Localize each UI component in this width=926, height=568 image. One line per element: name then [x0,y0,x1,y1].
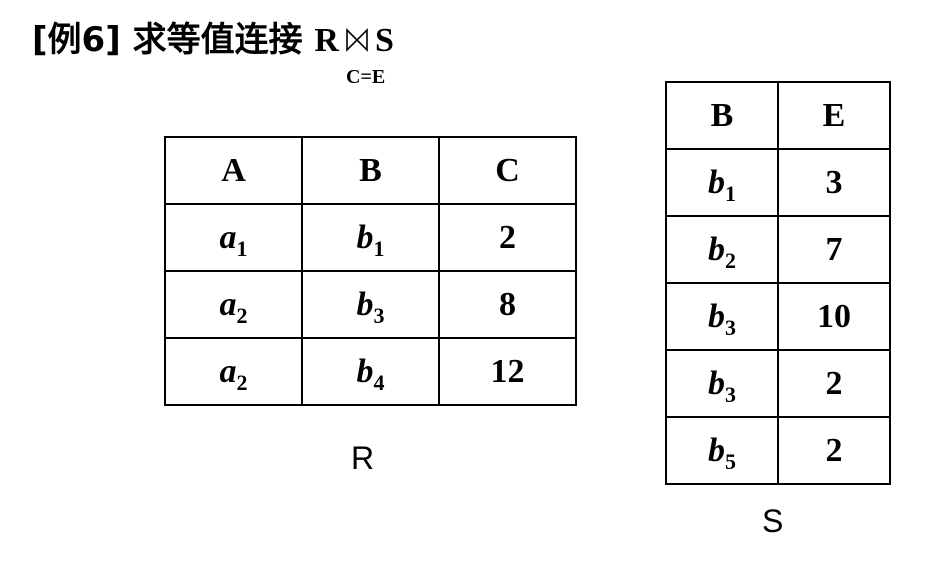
table-row: b3 10 [665,282,891,351]
table-header-row: BE [665,81,891,150]
variable-letter: b [708,230,725,268]
column-header: E [777,81,891,150]
variable-letter: a [219,285,237,323]
variable-subscript: 1 [725,180,736,206]
table-cell: b5 [665,416,779,485]
table-cell: b3 [665,349,779,418]
cell-value: 8 [499,285,516,323]
table-header-row: ABC [164,136,577,205]
cell-variable: b1 [356,218,385,260]
table-cell: 2 [777,416,891,485]
table-cell: 12 [438,337,577,406]
table-cell: 2 [438,203,577,272]
table-row: a1 b1 2 [164,203,577,272]
table-row: b3 2 [665,349,891,418]
variable-subscript: 3 [725,381,736,407]
variable-letter: b [356,352,374,390]
bowtie-join-icon [346,28,368,52]
right-relation-name: S [374,22,394,59]
table-cell: 3 [777,148,891,217]
table-caption-s: S [762,503,784,539]
table-cell: a1 [164,203,303,272]
title-prefix: [例6] 求等值连接 [32,20,303,60]
cell-variable: b2 [708,230,736,272]
table-cell: b1 [301,203,440,272]
cell-value: 12 [490,352,525,390]
table-cell: b2 [665,215,779,284]
table-cell: 8 [438,270,577,339]
variable-letter: a [219,352,237,390]
table-row: a2 b4 12 [164,337,577,406]
variable-letter: b [356,285,374,323]
variable-subscript: 1 [236,235,248,261]
variable-letter: b [356,218,374,256]
left-relation-name: R [314,22,339,59]
relation-table-r: ABC a1 b1 2 a2 b3 8 a2 b4 12 [164,136,577,406]
cell-variable: b3 [708,364,736,406]
table-cell: a2 [164,337,303,406]
cell-variable: a1 [219,218,248,260]
column-header: A [164,136,303,205]
variable-letter: b [708,297,725,335]
variable-subscript: 2 [236,369,248,395]
variable-subscript: 5 [725,448,736,474]
table-row: b2 7 [665,215,891,284]
table-caption-r: R [351,440,375,476]
cell-value: 2 [825,364,843,402]
relation-table-s: BE b1 3 b2 7 b3 10 b3 2 b5 2 [665,81,891,485]
cell-variable: b3 [708,297,736,339]
table-cell: 10 [777,282,891,351]
cell-value: 7 [825,230,843,268]
cell-value: 2 [825,431,843,469]
table-cell: 2 [777,349,891,418]
cell-value: 2 [499,218,516,256]
table-cell: a2 [164,270,303,339]
table-cell: b1 [665,148,779,217]
page-title: [例6] 求等值连接 RS [32,18,394,63]
variable-letter: b [708,431,725,469]
variable-subscript: 2 [725,247,736,273]
join-condition: C=E [346,66,386,88]
cell-value: 3 [825,163,843,201]
variable-letter: a [219,218,237,256]
cell-variable: b5 [708,431,736,473]
cell-variable: b4 [356,352,385,394]
cell-variable: a2 [219,352,248,394]
table-cell: b4 [301,337,440,406]
column-header: B [301,136,440,205]
table-row: b1 3 [665,148,891,217]
variable-subscript: 2 [236,302,248,328]
table-cell: b3 [301,270,440,339]
variable-subscript: 3 [373,302,385,328]
cell-variable: a2 [219,285,248,327]
table-cell: 7 [777,215,891,284]
table-row: a2 b3 8 [164,270,577,339]
column-header: B [665,81,779,150]
variable-subscript: 4 [373,369,385,395]
cell-variable: b3 [356,285,385,327]
cell-variable: b1 [708,163,736,205]
column-header: C [438,136,577,205]
variable-letter: b [708,163,725,201]
variable-subscript: 3 [725,314,736,340]
table-row: b5 2 [665,416,891,485]
variable-letter: b [708,364,725,402]
cell-value: 10 [817,297,851,335]
table-cell: b3 [665,282,779,351]
variable-subscript: 1 [373,235,385,261]
